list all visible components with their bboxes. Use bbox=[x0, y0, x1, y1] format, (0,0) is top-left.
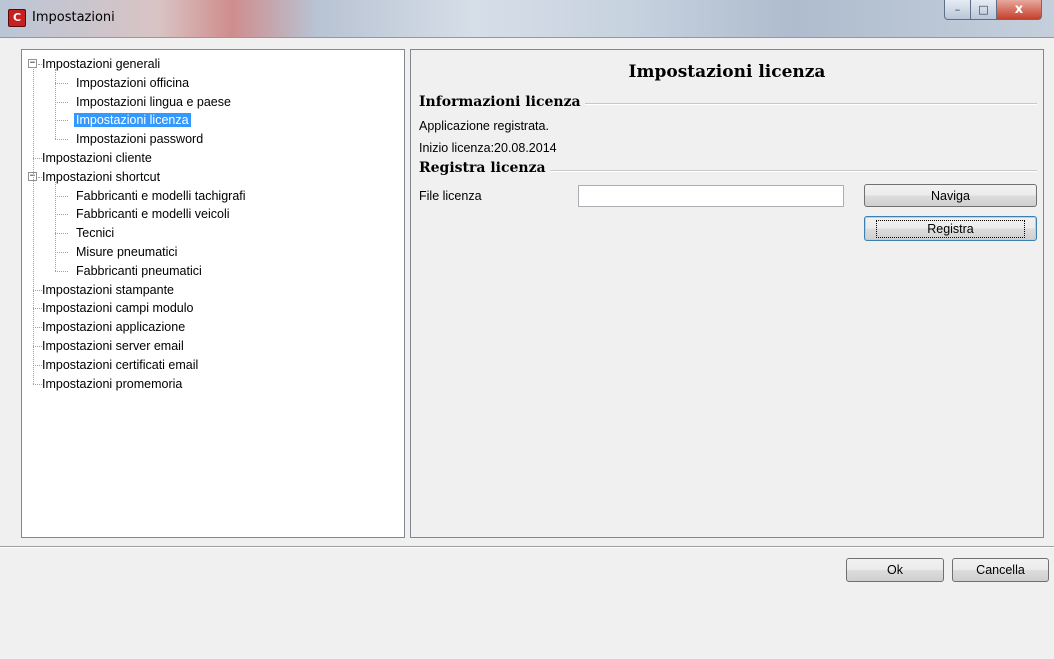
tree-connector bbox=[55, 69, 56, 140]
collapse-icon[interactable]: − bbox=[28, 59, 37, 68]
tree-connector bbox=[33, 364, 42, 366]
tree-connector bbox=[55, 195, 68, 197]
tree-connector bbox=[33, 327, 42, 329]
license-file-label: File licenza bbox=[419, 189, 482, 203]
close-button[interactable]: x bbox=[997, 0, 1042, 20]
tree-item[interactable]: Impostazioni licenza bbox=[74, 111, 191, 129]
license-file-input[interactable] bbox=[578, 185, 844, 207]
window-controls: – □ x bbox=[944, 0, 1042, 20]
tree-item[interactable]: Impostazioni password bbox=[74, 130, 205, 148]
tree-connector bbox=[55, 101, 68, 103]
tree-item-label: Impostazioni applicazione bbox=[42, 320, 186, 335]
tree-item-label: Impostazioni certificati email bbox=[42, 357, 199, 372]
tree-item-label: Impostazioni generali bbox=[42, 57, 161, 71]
app-icon: C bbox=[8, 9, 26, 27]
tree-item-label: Misure pneumatici bbox=[76, 245, 178, 259]
license-start-date: 20.08.2014 bbox=[494, 141, 557, 155]
tree-connector bbox=[55, 214, 68, 216]
tree-item-label: Impostazioni promemoria bbox=[42, 376, 183, 391]
tree-item[interactable]: Impostazioni campi modulo bbox=[40, 299, 195, 317]
maximize-button[interactable]: □ bbox=[971, 0, 997, 20]
tree-connector bbox=[55, 181, 56, 271]
tree-item[interactable]: Impostazioni shortcut bbox=[40, 168, 162, 186]
tree-item[interactable]: Tecnici bbox=[74, 224, 116, 242]
tree-item[interactable]: Impostazioni lingua e paese bbox=[74, 93, 233, 111]
tree-item-label: Impostazioni licenza bbox=[74, 113, 191, 128]
footer-divider bbox=[0, 546, 1054, 548]
tree-connector bbox=[55, 233, 68, 235]
license-settings-panel: Impostazioni licenza Informazioni licenz… bbox=[410, 49, 1044, 538]
tree-item-label: Impostazioni officina bbox=[76, 75, 190, 90]
register-button-label: Registra bbox=[876, 219, 1025, 238]
license-start-label: Inizio licenza: bbox=[419, 141, 495, 155]
tree-item-label: Impostazioni shortcut bbox=[42, 169, 161, 184]
tree-item[interactable]: Misure pneumatici bbox=[74, 243, 179, 261]
register-button[interactable]: Registra bbox=[864, 216, 1037, 241]
cancel-button-label: Cancella bbox=[976, 563, 1025, 577]
cancel-button[interactable]: Cancella bbox=[952, 558, 1049, 582]
tree-item-label: Impostazioni stampante bbox=[42, 282, 175, 297]
title-bar[interactable]: C Impostazioni – □ x bbox=[0, 0, 1054, 38]
minimize-button[interactable]: – bbox=[944, 0, 971, 20]
window-title: Impostazioni bbox=[32, 10, 115, 25]
browse-button-label: Naviga bbox=[931, 188, 970, 203]
tree-item-label: Fabbricanti e modelli veicoli bbox=[76, 207, 230, 222]
tree-connector bbox=[38, 176, 42, 178]
tree-connector bbox=[33, 308, 42, 310]
tree-item[interactable]: Impostazioni certificati email bbox=[40, 356, 200, 374]
tree-item-label: Fabbricanti pneumatici bbox=[76, 263, 202, 278]
license-start: Inizio licenza:20.08.2014 bbox=[419, 141, 557, 155]
tree-item-label: Impostazioni lingua e paese bbox=[76, 94, 231, 109]
tree-item-label: Impostazioni campi modulo bbox=[42, 301, 194, 316]
ok-button[interactable]: Ok bbox=[846, 558, 944, 582]
register-license-heading: Registra licenza bbox=[419, 160, 550, 176]
tree-connector bbox=[55, 270, 68, 272]
tree-item-label: Tecnici bbox=[76, 226, 115, 241]
tree-item-label: Impostazioni cliente bbox=[42, 151, 152, 165]
tree-connector bbox=[33, 69, 34, 384]
ok-button-label: Ok bbox=[887, 563, 903, 577]
tree-connector bbox=[33, 158, 42, 159]
browse-button[interactable]: Naviga bbox=[864, 184, 1037, 207]
tree-item[interactable]: Fabbricanti e modelli tachigrafi bbox=[74, 187, 248, 205]
tree-connector bbox=[33, 346, 42, 347]
tree-item-label: Impostazioni password bbox=[76, 132, 204, 147]
tree-item[interactable]: Impostazioni officina bbox=[74, 74, 191, 92]
tree-connector bbox=[55, 252, 68, 253]
license-info-heading: Informazioni licenza bbox=[419, 94, 585, 110]
tree-connector bbox=[55, 82, 68, 84]
tree-connector bbox=[38, 64, 42, 65]
tree-item-label: Fabbricanti e modelli tachigrafi bbox=[76, 188, 246, 203]
tree-item[interactable]: Impostazioni applicazione bbox=[40, 318, 187, 336]
tree-item-label: Impostazioni server email bbox=[42, 339, 184, 353]
tree-connector bbox=[55, 139, 68, 141]
tree-item[interactable]: Impostazioni stampante bbox=[40, 281, 176, 299]
tree-item[interactable]: Impostazioni server email bbox=[40, 337, 186, 355]
tree-item[interactable]: Impostazioni cliente bbox=[40, 149, 154, 167]
tree-item[interactable]: Fabbricanti e modelli veicoli bbox=[74, 205, 232, 223]
license-status-text: Applicazione registrata. bbox=[419, 119, 549, 133]
tree-item[interactable]: Impostazioni promemoria bbox=[40, 375, 184, 393]
tree-connector bbox=[55, 120, 68, 122]
tree-connector bbox=[33, 289, 42, 291]
panel-title: Impostazioni licenza bbox=[628, 62, 826, 82]
settings-tree[interactable]: Impostazioni generali − Impostazioni offic… bbox=[21, 49, 405, 538]
tree-item[interactable]: Fabbricanti pneumatici bbox=[74, 262, 204, 280]
tree-item[interactable]: Impostazioni generali bbox=[40, 55, 162, 73]
tree-connector bbox=[33, 383, 42, 385]
